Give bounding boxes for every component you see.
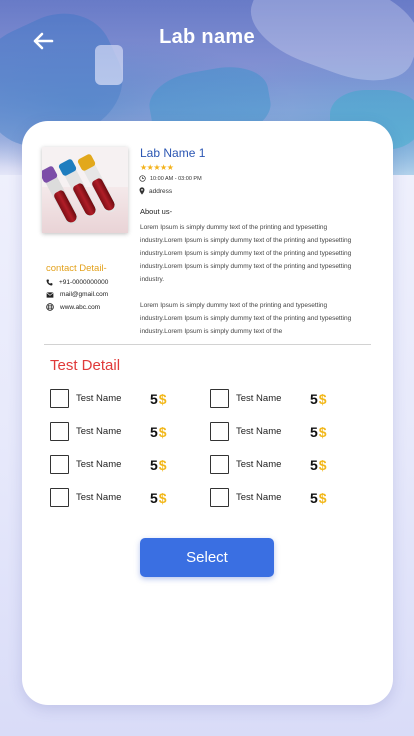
test-item[interactable]: Test Name 5$ [210, 488, 327, 507]
location-pin-icon [139, 187, 145, 195]
dollar-icon: $ [158, 423, 167, 440]
select-button[interactable]: Select [140, 538, 274, 577]
contact-phone[interactable]: +91-0000000000 [46, 279, 108, 286]
test-checkbox[interactable] [50, 455, 69, 474]
test-checkbox[interactable] [210, 389, 229, 408]
test-price: 5$ [310, 489, 327, 506]
test-checkbox[interactable] [50, 422, 69, 441]
hours-text: 10:00 AM - 03:00 PM [150, 175, 202, 182]
test-checkbox[interactable] [50, 488, 69, 507]
test-checkbox[interactable] [210, 488, 229, 507]
test-item[interactable]: Test Name 5$ [210, 422, 327, 441]
test-price: 5$ [150, 456, 167, 473]
page-title: Lab name [159, 26, 255, 48]
phone-text: +91-0000000000 [59, 279, 109, 286]
test-price: 5$ [150, 489, 167, 506]
test-name: Test Name [236, 492, 282, 503]
test-checkbox[interactable] [210, 422, 229, 441]
address-row: address [139, 187, 172, 195]
address-text: address [149, 187, 173, 195]
lab-name: Lab Name 1 [140, 146, 206, 160]
test-price: 5$ [150, 390, 167, 407]
dollar-icon: $ [158, 489, 167, 506]
test-name: Test Name [236, 393, 282, 404]
dollar-icon: $ [318, 489, 327, 506]
dollar-icon: $ [318, 456, 327, 473]
test-item[interactable]: Test Name 5$ [210, 389, 327, 408]
test-checkbox[interactable] [50, 389, 69, 408]
test-name: Test Name [236, 426, 282, 437]
email-text: mail@gmail.com [60, 291, 109, 298]
test-price: 5$ [310, 390, 327, 407]
contact-detail-heading: contact Detail- [46, 263, 107, 274]
dollar-icon: $ [318, 423, 327, 440]
contact-website[interactable]: www.abc.com [46, 303, 100, 311]
test-name: Test Name [76, 459, 122, 470]
about-us-text-2: Lorem Ipsum is simply dummy text of the … [140, 302, 352, 335]
test-name: Test Name [76, 426, 122, 437]
lab-photo [42, 147, 128, 233]
clock-icon [139, 175, 146, 182]
website-text: www.abc.com [60, 303, 101, 311]
test-item[interactable]: Test Name 5$ [50, 389, 167, 408]
test-checkbox[interactable] [210, 455, 229, 474]
rating-stars: ★★★★★ [140, 163, 174, 172]
phone-icon [46, 279, 53, 286]
test-price: 5$ [310, 423, 327, 440]
test-item[interactable]: Test Name 5$ [50, 455, 167, 474]
about-us-heading: About us- [140, 207, 173, 216]
section-divider [44, 344, 371, 345]
dollar-icon: $ [158, 456, 167, 473]
test-item[interactable]: Test Name 5$ [50, 488, 167, 507]
test-item[interactable]: Test Name 5$ [50, 422, 167, 441]
mail-icon [46, 291, 54, 298]
lab-detail-card: Lab Name 1 ★★★★★ 10:00 AM - 03:00 PM add… [22, 121, 393, 705]
about-us-text: Lorem Ipsum is simply dummy text of the … [140, 224, 352, 283]
test-price: 5$ [310, 456, 327, 473]
test-detail-heading: Test Detail [50, 357, 121, 374]
test-name: Test Name [236, 459, 282, 470]
dollar-icon: $ [318, 390, 327, 407]
globe-icon [46, 303, 54, 311]
test-name: Test Name [76, 393, 122, 404]
dollar-icon: $ [158, 390, 167, 407]
contact-email[interactable]: mail@gmail.com [46, 291, 108, 298]
test-item[interactable]: Test Name 5$ [210, 455, 327, 474]
opening-hours: 10:00 AM - 03:00 PM [139, 175, 202, 182]
test-price: 5$ [150, 423, 167, 440]
test-name: Test Name [76, 492, 122, 503]
